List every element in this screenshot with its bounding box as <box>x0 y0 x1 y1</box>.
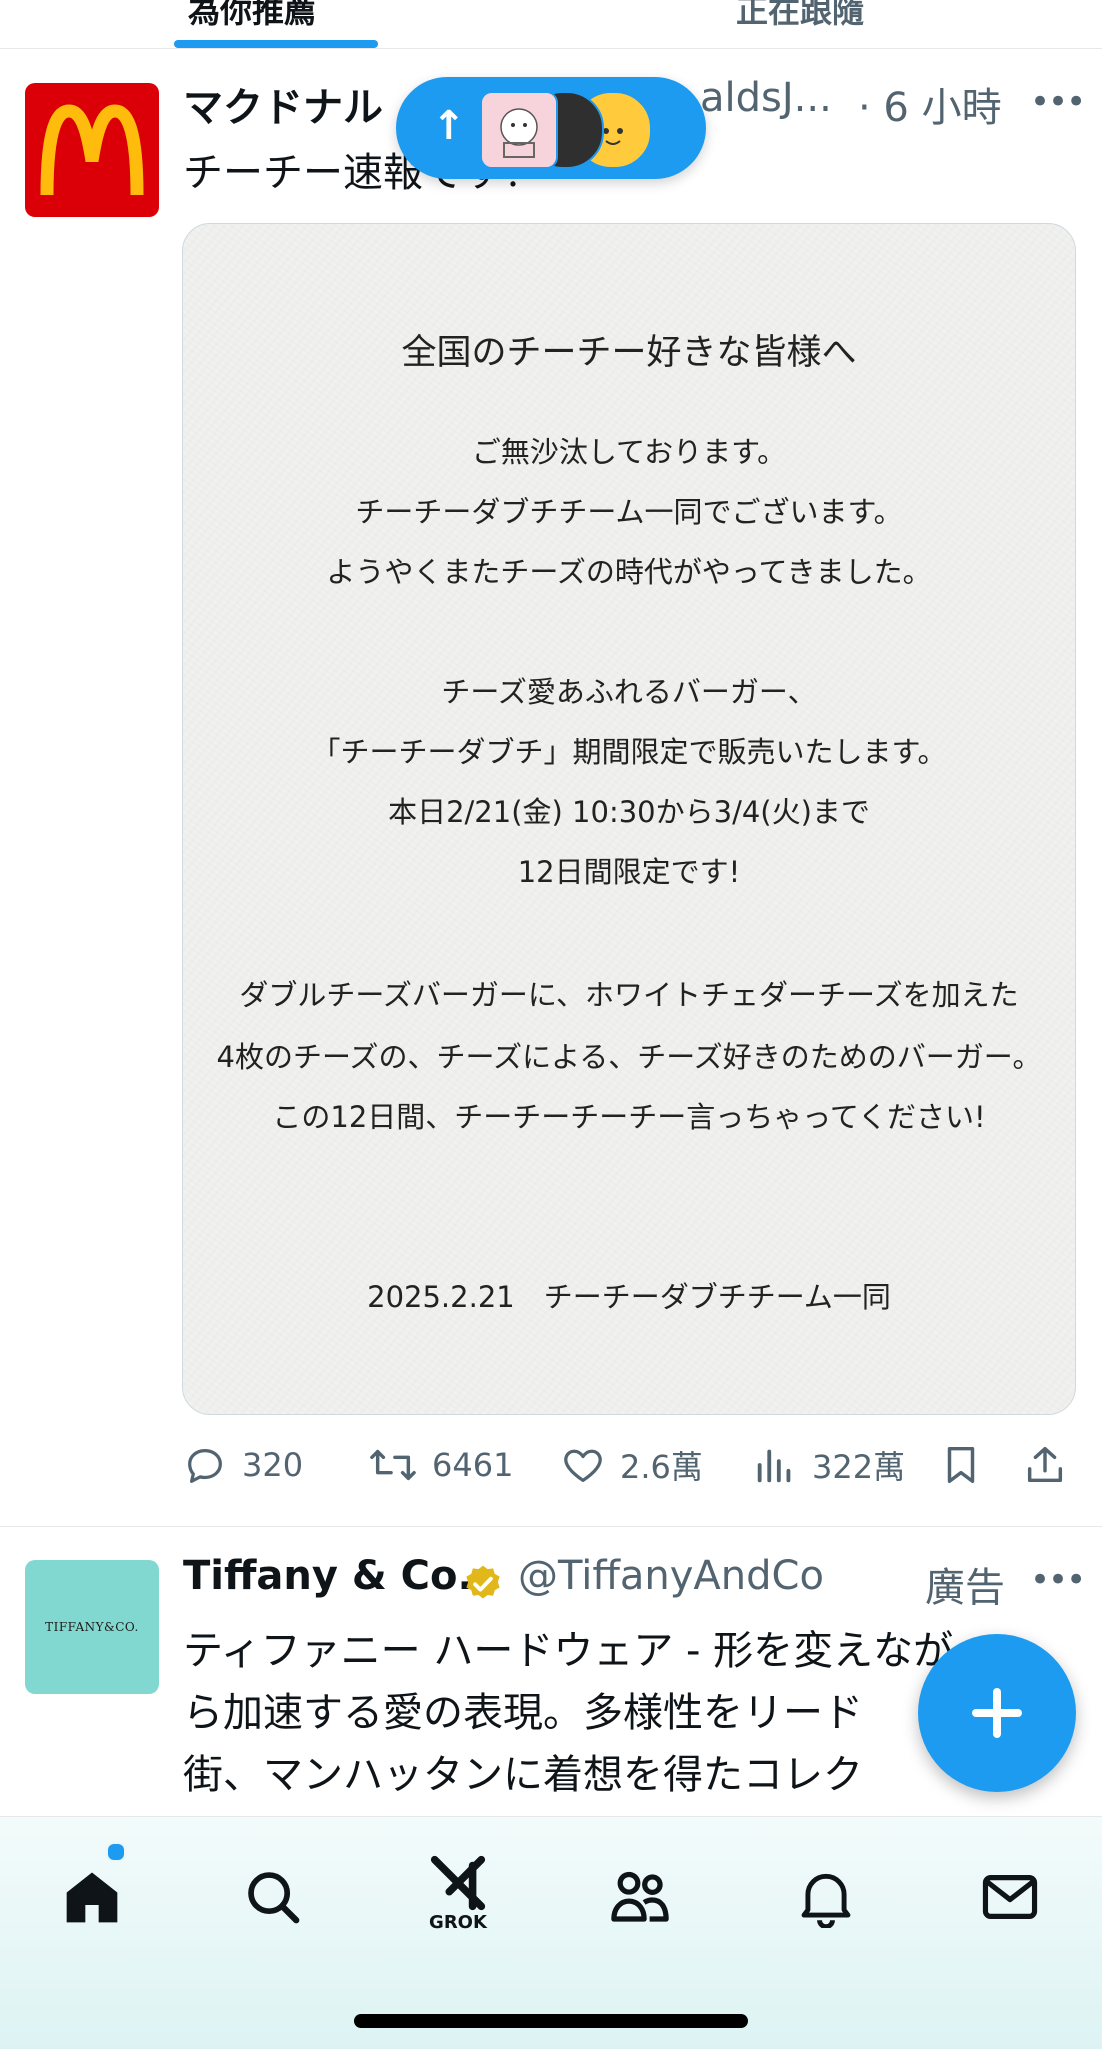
mail-icon <box>982 1875 1038 1919</box>
mcdonalds-logo-icon <box>40 104 144 196</box>
image-note-line: ご無沙汰しております。 <box>471 435 787 469</box>
retweet-icon <box>370 1449 416 1481</box>
like-button[interactable]: 2.6萬 <box>560 1435 703 1495</box>
home-icon <box>66 1872 118 1923</box>
image-note-line: チーズ愛あふれるバーガー、 <box>441 675 817 709</box>
nav-search[interactable] <box>233 1857 313 1937</box>
home-notification-dot <box>106 1842 126 1862</box>
ad-label: 廣告 <box>925 1565 1005 1611</box>
bookmark-button[interactable] <box>938 1435 998 1495</box>
compose-post-button[interactable] <box>918 1634 1076 1792</box>
views-button[interactable]: 322萬 <box>752 1435 905 1495</box>
tweet-text-line: 街、マンハッタンに着想を得たコレク <box>183 1752 863 1798</box>
retweet-count: 6461 <box>432 1446 514 1484</box>
view-count: 322萬 <box>812 1448 906 1486</box>
tab-following[interactable]: 正在跟隨 <box>736 0 864 32</box>
image-note-line: ダブルチーズバーガーに、ホワイトチェダーチーズを加えた <box>239 978 1019 1012</box>
nav-notifications[interactable] <box>786 1857 866 1937</box>
retweet-button[interactable]: 6461 <box>368 1435 513 1495</box>
tweet-image[interactable]: 全国のチーチー好きな皆様へ ご無沙汰しております。 チーチーダブチチーム一同でご… <box>182 223 1076 1415</box>
grok-icon <box>430 1855 486 1911</box>
image-note-line: 12日間限定です! <box>517 855 741 889</box>
pill-avatar-character <box>480 91 558 169</box>
tab-active-indicator <box>174 40 378 48</box>
views-chart-icon <box>757 1449 791 1483</box>
nav-communities[interactable] <box>600 1857 680 1937</box>
more-options-icon[interactable]: ••• <box>1030 82 1086 122</box>
nav-grok[interactable] <box>418 1843 498 1923</box>
arrow-up-icon: ↑ <box>432 103 466 149</box>
image-note-line: 4枚のチーズの、チーズによる、チーズ好きのためのバーガー。 <box>216 1040 1042 1074</box>
share-button[interactable] <box>1022 1435 1082 1495</box>
bookmark-icon <box>947 1446 975 1484</box>
reply-icon <box>188 1448 222 1483</box>
bell-icon <box>801 1873 851 1928</box>
top-tabs: 為你推薦 正在跟隨 <box>0 0 1102 49</box>
tweet-author-handle[interactable]: @TiffanyAndCo <box>518 1553 824 1599</box>
new-posts-pill[interactable]: ↑ <box>396 77 706 179</box>
nav-home[interactable] <box>52 1857 132 1937</box>
tiffany-avatar[interactable]: TIFFANY&CO. <box>25 1560 159 1694</box>
image-note-signature: 2025.2.21 チーチーダブチチーム一同 <box>367 1280 891 1314</box>
tweet-text-line: ら加速する愛の表現。多様性をリード <box>183 1690 863 1736</box>
like-count: 2.6萬 <box>620 1448 703 1486</box>
tab-for-you[interactable]: 為你推薦 <box>188 0 316 32</box>
more-options-icon[interactable]: ••• <box>1030 1560 1086 1600</box>
share-icon <box>1027 1446 1063 1483</box>
image-note-line: この12日間、チーチーチーチー言っちゃってください! <box>272 1100 986 1134</box>
image-note-line: 「チーチーダブチ」期間限定で販売いたします。 <box>311 735 947 769</box>
tweet-author-name[interactable]: マクドナル <box>183 75 383 133</box>
communities-icon <box>611 1871 669 1922</box>
tweet-time[interactable]: · 6 小時 <box>858 75 1002 133</box>
heart-icon <box>564 1449 602 1482</box>
reply-button[interactable]: 320 <box>182 1435 303 1495</box>
mcdonalds-avatar[interactable] <box>25 83 159 217</box>
tweet-divider <box>0 1526 1102 1527</box>
tweet-author-name[interactable]: Tiffany & Co. <box>183 1553 473 1599</box>
image-note-title: 全国のチーチー好きな皆様へ <box>401 333 857 373</box>
tweet-text-line: ティファニー ハードウェア - 形を変えなが <box>183 1628 954 1674</box>
nav-messages[interactable] <box>970 1857 1050 1937</box>
home-indicator[interactable] <box>354 2014 748 2028</box>
image-note-line: チーチーダブチチーム一同でございます。 <box>355 495 903 529</box>
verified-gold-badge-icon <box>466 1565 500 1599</box>
reply-count: 320 <box>242 1446 304 1484</box>
image-note-line: 本日2/21(金) 10:30から3/4(火)まで <box>388 795 870 829</box>
search-icon <box>248 1872 300 1924</box>
tiffany-logo: TIFFANY&CO. <box>45 1620 139 1634</box>
grok-label: GROK <box>429 1912 487 1933</box>
tweet-author-handle[interactable]: aldsJ... <box>700 75 832 121</box>
tweet-action-bar: 320 6461 2.6萬 322萬 <box>182 1435 1082 1495</box>
image-note-line: ようやくまたチーズの時代がやってきました。 <box>326 555 932 589</box>
